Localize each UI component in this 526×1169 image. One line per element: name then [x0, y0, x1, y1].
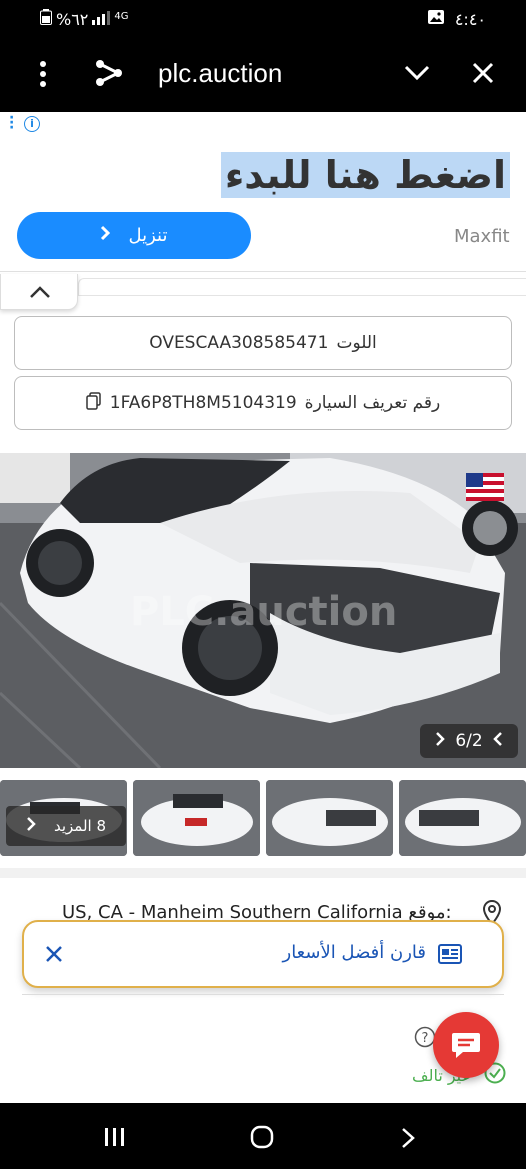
more-photos-label: 8 المزيد	[53, 817, 107, 835]
section-divider	[0, 868, 526, 878]
chevron-right-icon[interactable]	[435, 731, 446, 752]
ad-brand: Maxfit	[454, 226, 510, 247]
compare-prices-label[interactable]: قارن أفضل الأسعار	[283, 942, 427, 963]
lot-value: OVESCAA308585471	[149, 333, 329, 353]
us-flag-icon	[466, 473, 504, 505]
collapse-bar	[78, 278, 526, 296]
svg-text:?: ?	[422, 1031, 429, 1046]
recent-apps-icon[interactable]	[104, 1127, 126, 1151]
photo-counter[interactable]: 6/2	[420, 724, 518, 758]
compare-prices-banner[interactable]: قارن أفضل الأسعار	[22, 920, 504, 988]
more-photos-button[interactable]: 8 المزيد	[6, 806, 126, 846]
photo-counter-text: 6/2	[455, 731, 483, 751]
ad-banner[interactable]: · · · i اضغط هنا للبدء تنزيل	[0, 111, 526, 272]
ad-download-label: تنزيل	[128, 225, 168, 246]
ad-options-icon[interactable]: · · ·	[9, 111, 14, 135]
chevron-right-icon	[26, 816, 36, 836]
collapse-ad-button[interactable]	[0, 274, 78, 310]
chevron-up-icon	[29, 284, 51, 303]
close-icon[interactable]	[472, 62, 494, 88]
thumbnail-3[interactable]	[266, 780, 393, 856]
vin-value: 1FA6P8TH8M5104319	[109, 393, 297, 413]
thumbnail-2[interactable]	[133, 780, 260, 856]
status-bar: %٦٢ 4G ٤:٤٠	[0, 0, 526, 38]
thumbnail-4[interactable]	[399, 780, 526, 856]
chat-button[interactable]	[433, 1012, 499, 1078]
watermark: PLC.auction	[130, 589, 398, 635]
ad-headline[interactable]: اضغط هنا للبدء	[220, 152, 510, 198]
copy-icon[interactable]	[86, 391, 102, 415]
network-type: 4G	[114, 10, 129, 22]
chevron-left-icon[interactable]	[492, 731, 503, 752]
browser-toolbar: plc.auction	[0, 38, 526, 112]
newspaper-icon	[438, 944, 462, 968]
clock: ٤:٤٠	[454, 9, 486, 29]
lot-number-box: اللوت OVESCAA308585471	[14, 316, 512, 370]
home-icon[interactable]	[250, 1125, 274, 1153]
divider	[22, 994, 504, 995]
battery-percent: %٦٢	[56, 9, 89, 29]
url-text[interactable]: plc.auction	[158, 58, 282, 89]
back-icon[interactable]	[400, 1127, 416, 1153]
vin-label: رقم تعريف السيارة	[304, 393, 441, 413]
system-nav-bar	[0, 1103, 526, 1169]
signal-icon	[92, 10, 111, 29]
close-icon[interactable]	[44, 944, 64, 968]
lot-label: اللوت	[336, 333, 377, 353]
chevron-down-icon[interactable]	[404, 64, 430, 86]
chevron-right-icon	[100, 225, 111, 246]
ad-download-button[interactable]: تنزيل	[17, 212, 251, 259]
vin-box[interactable]: رقم تعريف السيارة 1FA6P8TH8M5104319	[14, 376, 512, 430]
image-icon	[427, 9, 445, 29]
menu-dots-icon[interactable]	[36, 60, 50, 94]
ad-info-icon[interactable]: i	[24, 116, 40, 132]
share-icon[interactable]	[94, 58, 124, 92]
chat-bubble-icon	[451, 1031, 481, 1063]
battery-icon	[40, 9, 52, 29]
vehicle-main-photo[interactable]: PLC.auction	[0, 453, 526, 768]
